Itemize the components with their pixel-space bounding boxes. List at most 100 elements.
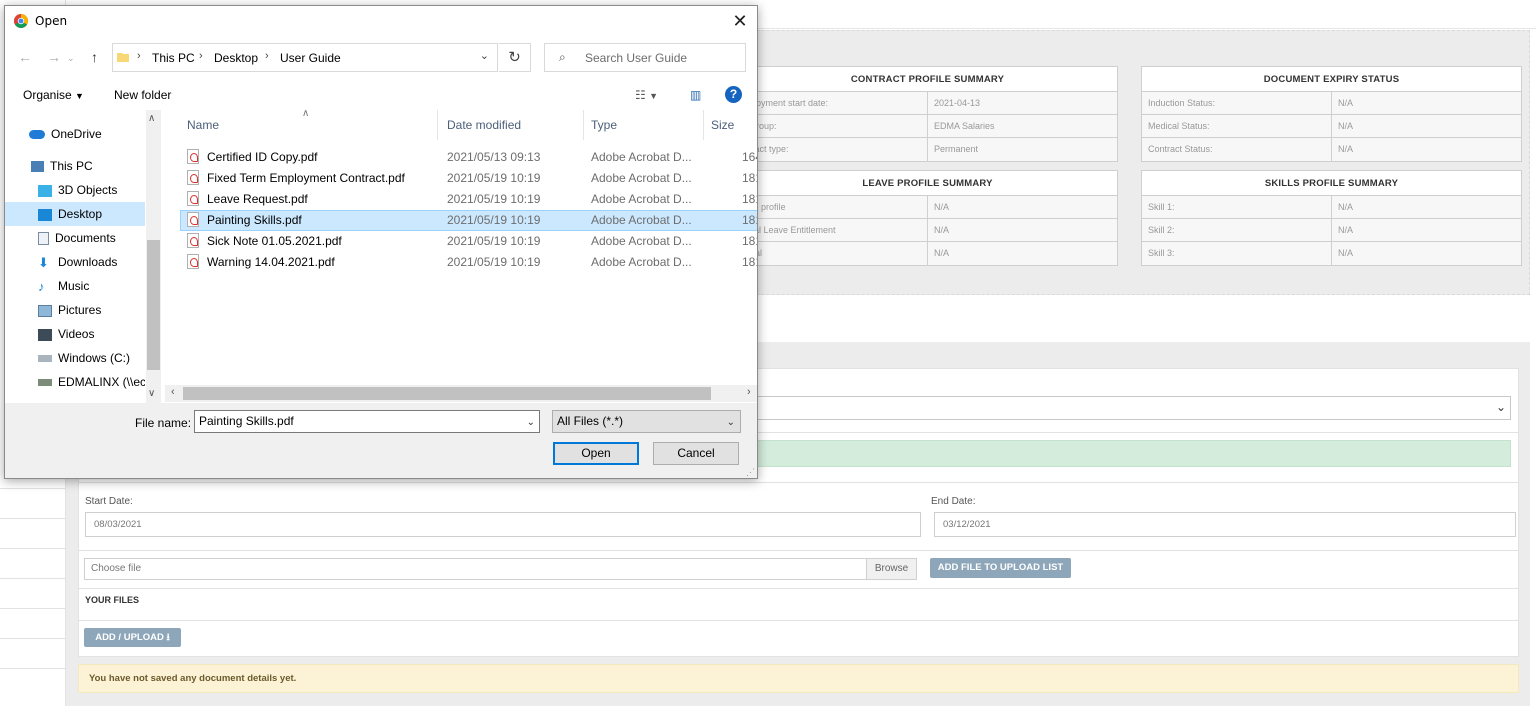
file-row[interactable]: Sick Note 01.05.2021.pdf 2021/05/19 10:1… <box>180 231 757 252</box>
new-folder-button[interactable]: New folder <box>114 88 171 102</box>
nav-item-windows-c[interactable]: Windows (C:) <box>5 346 145 370</box>
pdf-icon <box>187 254 199 269</box>
preview-pane-icon[interactable]: ▥ <box>690 88 701 102</box>
file-type-select[interactable]: All Files (*.*) ⌄ <box>552 410 741 433</box>
skills-summary-title: SKILLS PROFILE SUMMARY <box>1142 171 1521 196</box>
nav-item-this-pc[interactable]: This PC <box>5 154 145 178</box>
file-row[interactable]: Warning 14.04.2021.pdf 2021/05/19 10:19 … <box>180 252 757 273</box>
add-file-to-upload-list-button[interactable]: ADD FILE TO UPLOAD LIST <box>930 558 1071 578</box>
summary-row: ntract type: Permanent <box>738 138 1117 161</box>
navigation-pane: OneDrive This PC 3D Objects Desktop Docu… <box>5 110 161 403</box>
up-arrow-icon[interactable]: ↑ <box>91 49 98 65</box>
nav-item-music[interactable]: ♪ Music <box>5 274 145 298</box>
nav-item-label: Pictures <box>58 303 102 317</box>
nav-item-label: Windows (C:) <box>58 351 131 365</box>
scrollbar-thumb[interactable] <box>147 240 160 370</box>
nav-item-desktop[interactable]: Desktop <box>5 202 145 226</box>
scrollbar-thumb[interactable] <box>183 387 711 400</box>
form-divider <box>78 482 1519 483</box>
file-size: 181 <box>742 234 757 248</box>
help-icon[interactable]: ? <box>725 86 742 103</box>
file-type: Adobe Acrobat D... <box>591 255 692 269</box>
pdf-icon <box>187 212 199 227</box>
open-file-dialog: Open ✕ ← → ⌄ ↑ › This PC › Desktop › Use… <box>4 5 758 479</box>
chevron-down-icon: ⌄ <box>726 417 735 428</box>
nav-item-downloads[interactable]: ⬇ Downloads <box>5 250 145 274</box>
nav-item-3d-objects[interactable]: 3D Objects <box>5 178 145 202</box>
summary-value: N/A <box>1332 138 1521 161</box>
open-button[interactable]: Open <box>553 442 639 465</box>
refresh-icon[interactable]: ↻ <box>499 43 531 72</box>
scroll-up-icon[interactable]: ∧ <box>148 113 155 124</box>
file-row[interactable]: Fixed Term Employment Contract.pdf 2021/… <box>180 168 757 189</box>
search-input[interactable]: ⌕ Search User Guide <box>544 43 746 72</box>
scroll-right-icon[interactable]: › <box>747 386 751 398</box>
column-header-date-modified[interactable]: Date modified <box>440 110 584 140</box>
breadcrumb-user-guide[interactable]: User Guide <box>280 51 341 65</box>
search-icon: ⌕ <box>559 50 566 64</box>
summary-row: nployment start date: 2021-04-13 <box>738 92 1117 115</box>
back-arrow-icon[interactable]: ← <box>18 49 32 65</box>
breadcrumb-separator-icon: › <box>265 50 269 62</box>
breadcrumb-separator-icon: › <box>199 50 203 62</box>
organise-menu[interactable]: Organise ▼ <box>23 88 84 102</box>
summary-value: N/A <box>928 219 1117 241</box>
column-header-type[interactable]: Type <box>584 110 704 140</box>
scroll-left-icon[interactable]: ‹ <box>171 386 175 398</box>
file-type: Adobe Acrobat D... <box>591 213 692 227</box>
column-header-name[interactable]: Name <box>180 110 438 140</box>
summary-row: Skill 3: N/A <box>1142 242 1521 265</box>
start-date-input[interactable]: 08/03/2021 <box>85 512 921 537</box>
nav-pane-scrollbar[interactable]: ∧ ∨ <box>146 110 161 403</box>
summary-row: Induction Status: N/A <box>1142 92 1521 115</box>
your-files-heading: YOUR FILES <box>85 595 140 605</box>
column-header-size[interactable]: Size <box>704 110 757 140</box>
breadcrumb-desktop[interactable]: Desktop <box>214 51 258 65</box>
summary-key: Skill 3: <box>1142 242 1332 265</box>
cancel-button[interactable]: Cancel <box>653 442 739 465</box>
nav-item-edmalinx[interactable]: EDMALINX (\\ec <box>5 370 145 394</box>
file-date: 2021/05/19 10:19 <box>447 192 541 206</box>
browse-button[interactable]: Browse <box>866 559 916 579</box>
address-bar[interactable]: › This PC › Desktop › User Guide ⌄ <box>112 43 498 72</box>
file-size: 164 <box>742 150 757 164</box>
summary-row: y group: EDMA Salaries <box>738 115 1117 138</box>
form-divider <box>78 588 1519 589</box>
chevron-down-icon[interactable]: ⌄ <box>480 49 489 62</box>
summary-key: ave profile <box>738 196 928 218</box>
network-drive-icon <box>38 379 52 387</box>
view-options-icon[interactable]: ☷ ▼ <box>635 88 658 102</box>
file-list-horizontal-scrollbar[interactable]: ‹ › <box>165 385 757 402</box>
recent-locations-icon[interactable]: ⌄ <box>67 53 75 64</box>
file-date: 2021/05/19 10:19 <box>447 213 541 227</box>
chevron-down-icon[interactable]: ⌄ <box>527 412 535 433</box>
summary-value: N/A <box>1332 219 1521 241</box>
leave-summary-title: LEAVE PROFILE SUMMARY <box>738 171 1117 196</box>
forward-arrow-icon[interactable]: → <box>47 49 61 65</box>
resize-grip-icon[interactable]: ⋰ <box>746 467 755 478</box>
file-name-input[interactable]: Painting Skills.pdf ⌄ <box>194 410 540 433</box>
nav-item-videos[interactable]: Videos <box>5 322 145 346</box>
nav-item-label: OneDrive <box>51 127 102 141</box>
document-type-select[interactable]: ⌄ <box>757 396 1511 420</box>
summary-row: nual Leave Entitlement N/A <box>738 219 1117 242</box>
dialog-title-bar: Open ✕ <box>5 6 757 36</box>
close-icon[interactable]: ✕ <box>729 9 751 33</box>
nav-item-documents[interactable]: Documents <box>5 226 145 250</box>
nav-item-pictures[interactable]: Pictures <box>5 298 145 322</box>
scroll-down-icon[interactable]: ∨ <box>148 388 155 399</box>
file-row[interactable]: Certified ID Copy.pdf 2021/05/13 09:13 A… <box>180 147 757 168</box>
add-upload-button[interactable]: ADD / UPLOAD ⭳ <box>84 628 181 647</box>
pdf-icon <box>187 233 199 248</box>
desktop-icon <box>38 208 52 221</box>
breadcrumb-this-pc[interactable]: This PC <box>152 51 195 65</box>
nav-item-label: Downloads <box>58 255 118 269</box>
end-date-input[interactable]: 03/12/2021 <box>934 512 1516 537</box>
contract-profile-summary: CONTRACT PROFILE SUMMARY nployment start… <box>737 66 1118 162</box>
breadcrumb-separator-icon: › <box>137 50 141 62</box>
file-row-selected[interactable]: Painting Skills.pdf 2021/05/19 10:19 Ado… <box>180 210 757 231</box>
nav-item-onedrive[interactable]: OneDrive <box>5 122 145 146</box>
file-row[interactable]: Leave Request.pdf 2021/05/19 10:19 Adobe… <box>180 189 757 210</box>
end-date-label: End Date: <box>931 496 976 507</box>
file-chooser[interactable]: Choose file Browse <box>84 558 917 580</box>
